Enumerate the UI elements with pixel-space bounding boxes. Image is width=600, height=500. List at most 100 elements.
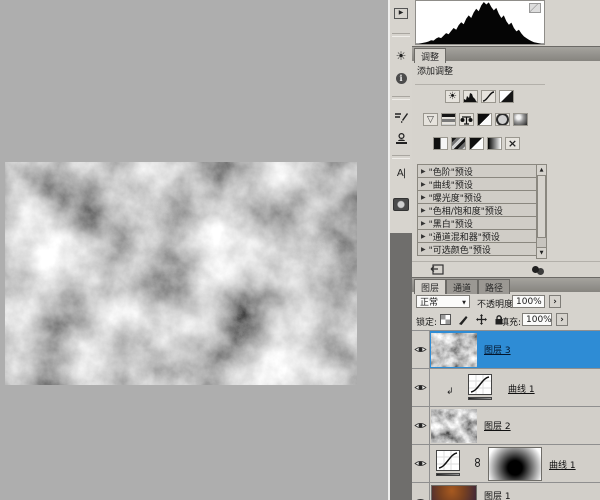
layer-name[interactable]: 曲线 1 bbox=[508, 382, 535, 395]
dock-divider bbox=[392, 33, 410, 37]
layer-list: 图层 3 曲线 1 图层 2 bbox=[412, 330, 600, 500]
preset-curves[interactable]: "曲线"预设 bbox=[417, 177, 541, 191]
threshold-icon[interactable] bbox=[469, 137, 484, 150]
brush-panel-icon[interactable] bbox=[392, 108, 410, 126]
actions-panel-icon[interactable] bbox=[392, 4, 410, 22]
mask-link-icon[interactable] bbox=[475, 458, 480, 468]
clip-to-layer-icon[interactable] bbox=[532, 266, 539, 273]
expand-triangle-icon[interactable] bbox=[421, 179, 426, 189]
layer-name[interactable]: 图层 2 bbox=[484, 419, 511, 432]
tab-paths[interactable]: 路径 bbox=[478, 279, 510, 294]
layer-thumbnail[interactable] bbox=[431, 333, 477, 367]
preset-label: "曲线"预设 bbox=[429, 178, 473, 191]
lock-transparent-pixels-icon[interactable] bbox=[438, 313, 452, 326]
tab-channels[interactable]: 通道 bbox=[446, 279, 478, 294]
preset-black-white[interactable]: "黑白"预设 bbox=[417, 216, 541, 230]
scrollbar-thumb[interactable] bbox=[537, 175, 546, 238]
tab-label: 调整 bbox=[421, 50, 439, 63]
vibrance-icon[interactable] bbox=[423, 113, 438, 126]
preset-hue-saturation[interactable]: "色相/饱和度"预设 bbox=[417, 203, 541, 217]
type-icon bbox=[397, 168, 405, 179]
expand-triangle-icon[interactable] bbox=[421, 244, 426, 254]
invert-icon[interactable] bbox=[433, 137, 448, 150]
curves-adjustment-thumbnail[interactable] bbox=[436, 450, 460, 471]
play-icon bbox=[394, 8, 408, 19]
layer-mask-thumbnail[interactable] bbox=[488, 447, 542, 481]
clipping-mask-arrow-icon bbox=[446, 387, 454, 397]
curves-adjustment-thumbnail[interactable] bbox=[468, 374, 492, 395]
layer-row-layer2[interactable]: 图层 2 bbox=[412, 407, 600, 445]
fill-value: 100% bbox=[526, 315, 552, 325]
document-canvas-image[interactable] bbox=[5, 162, 357, 385]
preset-scrollbar[interactable] bbox=[536, 164, 547, 259]
layer-thumbnail[interactable] bbox=[431, 485, 477, 500]
gradient-map-icon[interactable] bbox=[487, 137, 502, 150]
mini-histogram-glyph bbox=[464, 91, 477, 102]
black-white-icon[interactable] bbox=[477, 113, 492, 126]
visibility-eye-icon bbox=[414, 345, 427, 354]
tab-adjustments[interactable]: 调整 bbox=[414, 48, 446, 63]
switch-panel-view-icon[interactable] bbox=[430, 264, 444, 278]
layer-row-layer3[interactable]: 图层 3 bbox=[412, 331, 600, 369]
tab-label: 图层 bbox=[421, 281, 439, 294]
selective-color-icon[interactable] bbox=[505, 137, 520, 150]
lock-image-pixels-icon[interactable] bbox=[456, 313, 470, 326]
tab-layers[interactable]: 图层 bbox=[414, 279, 446, 294]
histogram-cache-warning-icon[interactable] bbox=[529, 3, 541, 13]
info-icon bbox=[396, 73, 407, 84]
expand-triangle-icon[interactable] bbox=[421, 218, 426, 228]
curves-icon[interactable] bbox=[481, 90, 496, 103]
blend-mode-select[interactable]: 正常 bbox=[416, 295, 470, 308]
scroll-down-button[interactable] bbox=[537, 247, 546, 258]
visibility-toggle[interactable] bbox=[412, 369, 430, 406]
clone-source-panel-icon[interactable] bbox=[392, 129, 410, 147]
visibility-toggle[interactable] bbox=[412, 407, 430, 444]
exposure-icon[interactable] bbox=[499, 90, 514, 103]
brightness-contrast-icon[interactable] bbox=[445, 90, 460, 103]
levels-icon[interactable] bbox=[463, 90, 478, 103]
scales-glyph bbox=[460, 114, 473, 125]
preset-label: "色相/饱和度"预设 bbox=[429, 204, 503, 217]
expand-triangle-icon[interactable] bbox=[421, 231, 426, 241]
visibility-toggle[interactable] bbox=[412, 483, 430, 500]
photo-filter-icon[interactable] bbox=[495, 113, 510, 126]
visibility-toggle[interactable] bbox=[412, 331, 430, 368]
fill-field[interactable]: 100% bbox=[522, 313, 552, 326]
layer-name[interactable]: 图层 1 bbox=[484, 489, 511, 500]
expand-triangle-icon[interactable] bbox=[421, 166, 426, 176]
preset-label: "黑白"预设 bbox=[429, 217, 473, 230]
preset-channel-mixer[interactable]: "通道混和器"预设 bbox=[417, 229, 541, 243]
expand-triangle-icon[interactable] bbox=[421, 205, 426, 215]
divider bbox=[415, 84, 545, 85]
hue-saturation-icon[interactable] bbox=[441, 113, 456, 126]
preset-list: "色阶"预设 "曲线"预设 "曝光度"预设 "色相/饱和度"预设 "黑白"预设 … bbox=[417, 165, 541, 256]
opacity-field[interactable]: 100% bbox=[512, 295, 545, 308]
tab-label: 路径 bbox=[485, 281, 503, 294]
opacity-spinner-button[interactable] bbox=[549, 295, 561, 308]
curve-glyph bbox=[437, 451, 459, 470]
preset-selective-color[interactable]: "可选颜色"预设 bbox=[417, 242, 541, 256]
color-balance-icon[interactable] bbox=[459, 113, 474, 126]
channel-mixer-icon[interactable] bbox=[513, 113, 528, 126]
character-panel-icon[interactable] bbox=[392, 164, 410, 182]
visibility-toggle[interactable] bbox=[412, 445, 430, 482]
layer-row-curves1-masked[interactable]: 曲线 1 bbox=[412, 445, 600, 483]
layer-row-curves1-clipped[interactable]: 曲线 1 bbox=[412, 369, 600, 407]
preset-levels[interactable]: "色阶"预设 bbox=[417, 164, 541, 178]
posterize-icon[interactable] bbox=[451, 137, 466, 150]
layer-name[interactable]: 图层 3 bbox=[484, 343, 511, 356]
expand-triangle-icon[interactable] bbox=[421, 192, 426, 202]
info-panel-icon[interactable] bbox=[392, 69, 410, 87]
dock-divider bbox=[392, 155, 410, 159]
fill-spinner-button[interactable] bbox=[556, 313, 568, 326]
preset-exposure[interactable]: "曝光度"预设 bbox=[417, 190, 541, 204]
adjustments-panel-icon[interactable] bbox=[392, 47, 410, 65]
layer-row-layer1[interactable]: 图层 1 bbox=[412, 483, 600, 500]
layer-name[interactable]: 曲线 1 bbox=[549, 458, 576, 471]
lock-position-icon[interactable] bbox=[474, 313, 488, 326]
opacity-label: 不透明度: bbox=[477, 297, 516, 310]
lock-label: 锁定: bbox=[416, 315, 437, 328]
brush-icon bbox=[394, 111, 408, 124]
layer-thumbnail[interactable] bbox=[431, 409, 477, 443]
masks-panel-icon[interactable] bbox=[392, 195, 410, 213]
